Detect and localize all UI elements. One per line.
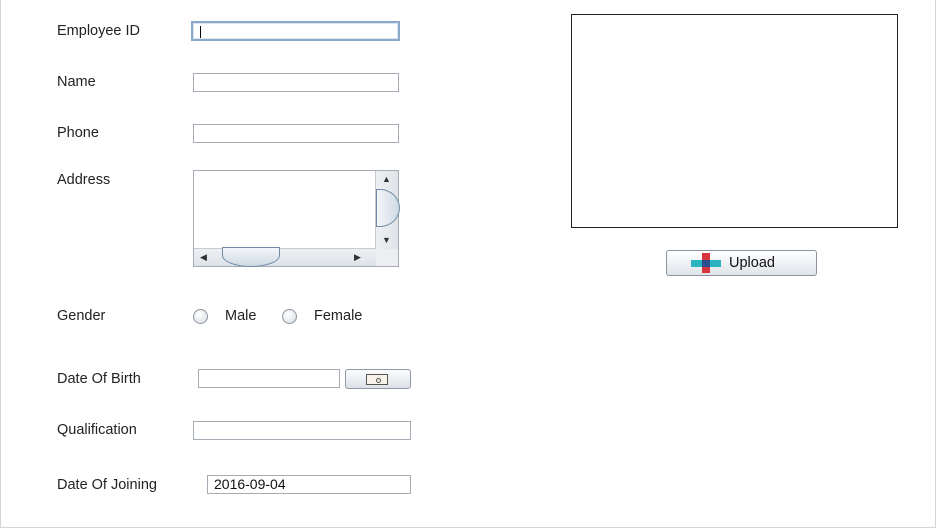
- text-caret: [200, 26, 201, 39]
- arrow-down-icon[interactable]: ▼: [382, 235, 391, 245]
- employee-id-label: Employee ID: [57, 23, 141, 39]
- date-of-birth-field[interactable]: [198, 369, 340, 388]
- horizontal-scroll-thumb[interactable]: [222, 247, 280, 267]
- horizontal-scrollbar[interactable]: ◀ ▶: [194, 247, 376, 267]
- vertical-scroll-thumb[interactable]: [376, 189, 400, 227]
- radio-male[interactable]: [193, 309, 208, 324]
- qualification-field[interactable]: [193, 421, 411, 440]
- date-of-joining-field[interactable]: 2016-09-04: [207, 475, 411, 494]
- arrow-right-icon[interactable]: ▶: [354, 252, 361, 262]
- qualification-label: Qualification: [57, 422, 137, 438]
- gender-label: Gender: [57, 308, 106, 324]
- phone-field[interactable]: [193, 124, 399, 143]
- arrow-up-icon[interactable]: ▲: [382, 174, 391, 184]
- phone-label: Phone: [57, 125, 99, 141]
- radio-female[interactable]: [282, 309, 297, 324]
- calendar-icon: [366, 374, 388, 385]
- date-picker-button[interactable]: [345, 369, 411, 389]
- name-field[interactable]: [193, 73, 399, 92]
- address-label: Address: [57, 172, 111, 188]
- scroll-corner: [376, 249, 398, 266]
- radio-male-label[interactable]: Male: [225, 308, 256, 324]
- date-of-joining-label: Date Of Joining: [57, 477, 157, 493]
- radio-female-label[interactable]: Female: [314, 308, 362, 324]
- name-label: Name: [57, 74, 96, 90]
- upload-button-label: Upload: [729, 255, 775, 271]
- employee-form-panel: Employee ID I Name Phone Address ▲ ▼ ◀ ▶…: [0, 0, 936, 528]
- arrow-left-icon[interactable]: ◀: [200, 252, 207, 262]
- date-of-birth-label: Date Of Birth: [57, 371, 141, 387]
- address-textarea[interactable]: ▲ ▼ ◀ ▶: [193, 170, 400, 267]
- photo-preview: [571, 14, 898, 228]
- employee-id-field[interactable]: I: [191, 21, 400, 41]
- plus-icon: [691, 253, 721, 273]
- upload-button[interactable]: Upload: [666, 250, 817, 276]
- vertical-scrollbar[interactable]: ▲ ▼: [375, 171, 400, 249]
